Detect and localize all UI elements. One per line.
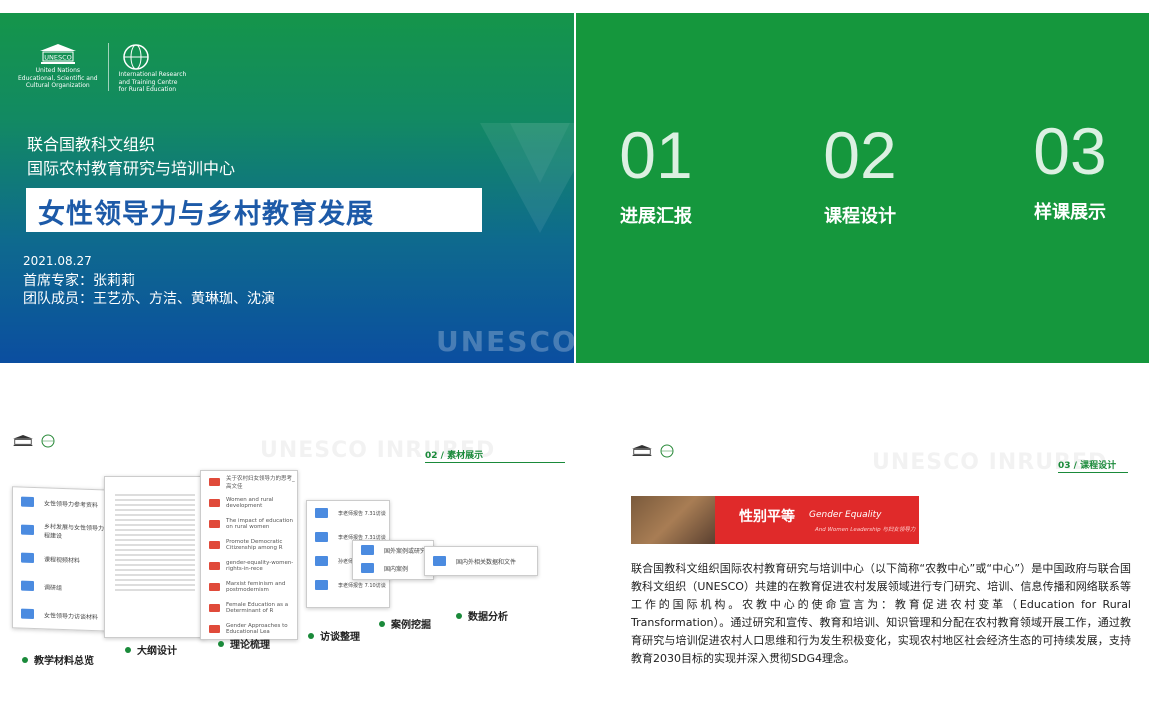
decorative-chevron: [480, 123, 574, 233]
section-02[interactable]: 02 课程设计: [780, 121, 940, 228]
step-item: 教学材料总览: [22, 652, 94, 667]
globe-icon: [660, 444, 674, 458]
team-members: 团队成员：王艺亦、方洁、黄琳珈、沈演: [23, 291, 275, 307]
banner-red: 性别平等 Gender Equality And Women Leadershi…: [715, 496, 919, 544]
list-item: Female Education as a Determinant of R: [201, 597, 297, 618]
folder-icon: [21, 552, 34, 563]
folder-icon: [315, 580, 328, 590]
folder-icon: [315, 532, 328, 542]
section-03[interactable]: 03 样课展示: [990, 117, 1149, 224]
slide-materials[interactable]: UNESCO INRURED 02 / 素材展示 女性领导力参考资料 乡村发展与…: [0, 420, 574, 720]
folder-icon: [315, 556, 328, 566]
list-item: 国外案例或研究: [353, 541, 433, 559]
list-item: Women and rural development: [201, 492, 297, 513]
small-logo: [12, 434, 57, 448]
unesco-logo: UNESCO United Nations Educational, Scien…: [18, 43, 98, 90]
date: 2021.08.27: [23, 254, 92, 268]
step-item: 数据分析: [456, 608, 508, 623]
section-label: 课程设计: [824, 206, 896, 227]
section-number: 03: [1033, 114, 1107, 188]
list-item: Promote Democratic Citizenship among R: [201, 534, 297, 555]
title-box: 女性领导力与乡村教育发展: [26, 188, 482, 232]
section-tag: 03 / 课程设计: [1058, 461, 1117, 471]
lead-expert: 首席专家：张莉莉: [23, 273, 135, 289]
pdf-icon: [209, 540, 220, 549]
pdf-list-doc: 关于农村妇女领导力的思考_高文佳 Women and rural develop…: [200, 470, 298, 640]
pdf-icon: [209, 519, 220, 528]
list-item: Marxist feminism and postmodernism: [201, 576, 297, 597]
popup-data-folder: 国内外相关数据和文件: [424, 546, 538, 576]
irtc-logo: International Research and Training Cent…: [119, 43, 186, 94]
list-item: gender-equality-women-rights-in-rece: [201, 555, 297, 576]
bullet-dot: [456, 612, 462, 619]
list-item: 乡村发展与女性领导力课程建设: [13, 515, 113, 546]
list-item: 李老师报告 7.31访谈: [307, 501, 389, 525]
section-number: 01: [619, 118, 693, 192]
presentation-title: 女性领导力与乡村教育发展: [38, 199, 374, 230]
slide-agenda[interactable]: 01 进展汇报 02 课程设计 03 样课展示: [576, 13, 1149, 363]
intro-paragraph: 联合国教科文组织国际农村教育研究与培训中心（以下简称“农教中心”或“中心”）是中…: [631, 562, 1131, 665]
pdf-icon: [209, 477, 220, 486]
section-tag: 02 / 素材展示: [425, 451, 484, 461]
globe-icon: [122, 44, 149, 70]
bullet-dot: [218, 640, 224, 647]
bullet-dot: [308, 632, 314, 639]
banner-photo: [631, 496, 715, 544]
step-item: 案例挖掘: [379, 616, 431, 631]
section-label: 进展汇报: [620, 206, 692, 227]
list-item: 关于农村妇女领导力的思考_高文佳: [201, 471, 297, 492]
step-item: 理论梳理: [218, 636, 270, 651]
logo-divider: [107, 43, 109, 91]
folder-icon: [315, 508, 328, 518]
folder-icon: [21, 524, 34, 535]
step-item: 访谈整理: [308, 628, 360, 643]
unesco-watermark: UNESCO: [436, 325, 574, 358]
temple-icon: [13, 434, 33, 446]
folder-icon: [21, 496, 34, 507]
temple-icon: UNESCO: [39, 44, 76, 64]
banner-title: 性别平等: [739, 509, 795, 525]
text-doc: [104, 476, 206, 638]
logo-row: UNESCO United Nations Educational, Scien…: [18, 43, 186, 94]
folder-icon: [21, 608, 34, 619]
slide-title[interactable]: UNESCO United Nations Educational, Scien…: [0, 13, 574, 363]
pdf-icon: [209, 498, 220, 507]
bullet-dot: [22, 656, 28, 663]
org-name-line1: 联合国教科文组织: [27, 135, 156, 154]
folder-icon: [433, 556, 446, 566]
pdf-icon: [209, 582, 220, 591]
bullet-dot: [379, 620, 385, 627]
section-01[interactable]: 01 进展汇报: [576, 121, 736, 228]
section-label: 样课展示: [1034, 202, 1106, 223]
pdf-icon: [209, 624, 220, 633]
temple-icon: [632, 444, 652, 456]
banner-title-en: Gender Equality: [809, 510, 882, 520]
org-name-line2: 国际农村教育研究与培训中心: [27, 159, 236, 178]
list-item: The impact of education on rural women: [201, 513, 297, 534]
section-underline: [425, 462, 565, 463]
bullet-dot: [125, 646, 131, 653]
list-item: 调研组: [13, 571, 113, 602]
step-item: 大纲设计: [125, 642, 177, 657]
svg-text:UNESCO: UNESCO: [44, 54, 72, 62]
list-item: 课程视频材料: [13, 543, 113, 574]
slide-course-design[interactable]: UNESCO INRURED 03 / 课程设计 性别平等 Gender Equ…: [576, 420, 1149, 720]
folder-icon: [361, 563, 374, 573]
small-logo: [631, 444, 676, 458]
list-item: 国内案例: [353, 559, 433, 577]
banner-subtitle: And Women Leadership 与妇女领导力: [815, 527, 916, 533]
globe-icon: [41, 434, 55, 448]
pdf-icon: [209, 561, 220, 570]
popup-case-folders: 国外案例或研究 国内案例: [352, 540, 434, 580]
list-item: 女性领导力访谈材料: [13, 599, 113, 630]
list-item: 女性领导力参考资料: [13, 487, 113, 518]
section-number: 02: [823, 118, 897, 192]
section-underline: [1058, 472, 1128, 473]
pdf-icon: [209, 603, 220, 612]
folder-icon: [21, 580, 34, 591]
gender-equality-banner: 性别平等 Gender Equality And Women Leadershi…: [631, 496, 919, 544]
list-item: 国内外相关数据和文件: [425, 547, 537, 575]
folder-list-doc: 女性领导力参考资料 乡村发展与女性领导力课程建设 课程视频材料 调研组 女性领导…: [12, 486, 114, 632]
folder-icon: [361, 545, 374, 555]
